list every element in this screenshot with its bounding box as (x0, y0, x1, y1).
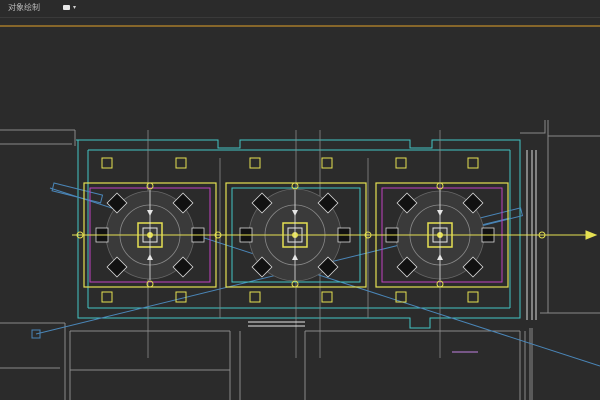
cad-application: 对象绘制 ▾ (0, 0, 600, 400)
drawing-viewport[interactable] (0, 18, 600, 400)
view-options-button[interactable]: ▾ (61, 3, 79, 13)
camera-icon (63, 5, 70, 10)
detail-marks (248, 321, 478, 353)
window-title: 对象绘制 (8, 3, 40, 12)
toolbar: 对象绘制 ▾ (0, 0, 600, 18)
chevron-down-icon: ▾ (73, 4, 77, 11)
